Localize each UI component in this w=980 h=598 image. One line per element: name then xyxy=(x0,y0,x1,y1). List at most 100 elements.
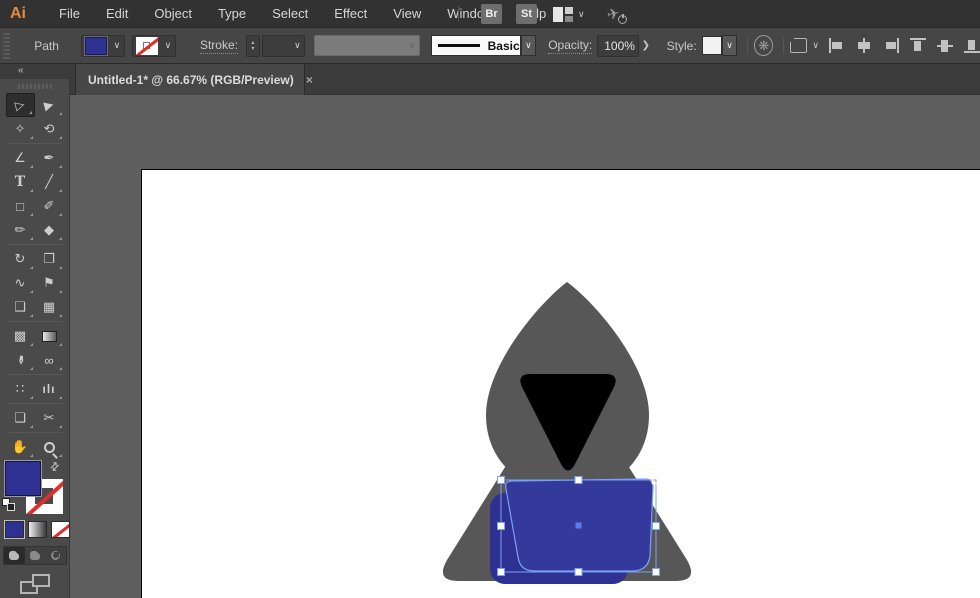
rotate-tool[interactable]: ↻ xyxy=(6,247,35,271)
align-horizontal-center-button[interactable] xyxy=(856,38,872,53)
stock-button[interactable]: St xyxy=(516,4,537,24)
column-graph-tool[interactable]: ılı xyxy=(35,377,64,401)
chevron-down-icon: ∨ xyxy=(525,40,532,50)
draw-behind-button[interactable] xyxy=(25,547,46,564)
step-down-icon[interactable]: ▾ xyxy=(251,46,254,52)
artboard-tool[interactable]: ❏ xyxy=(6,406,35,430)
none-button[interactable] xyxy=(51,521,70,538)
canvas[interactable] xyxy=(70,95,980,598)
document-setup-icon xyxy=(786,34,808,53)
lasso-tool[interactable]: ⟲ xyxy=(35,117,64,141)
align-horizontal-left-button[interactable] xyxy=(828,38,845,53)
pen-tool[interactable]: ✒ xyxy=(35,146,64,170)
chevron-down-icon[interactable]: ∨ xyxy=(290,40,304,51)
opacity-field[interactable]: 100% xyxy=(597,34,640,57)
selection-tool[interactable]: ▷ xyxy=(5,93,35,117)
symbol-sprayer-tool[interactable]: ∷ xyxy=(6,377,35,401)
type-tool[interactable]: T xyxy=(6,170,35,194)
blend-tool[interactable]: ∞ xyxy=(35,348,64,372)
eraser-tool[interactable]: ◆ xyxy=(35,218,64,242)
mesh-tool-icon: ▩ xyxy=(13,328,27,343)
menu-item-effect[interactable]: Effect xyxy=(321,0,380,28)
mesh-tool[interactable]: ▩ xyxy=(6,324,35,348)
hand-tool[interactable]: ✋ xyxy=(6,435,35,459)
stroke-panel-link[interactable]: Stroke: xyxy=(199,38,238,54)
zoom-tool[interactable] xyxy=(35,435,64,459)
handle-bottom-left[interactable] xyxy=(497,568,505,576)
stroke-weight-combo[interactable]: ∨ xyxy=(261,34,306,57)
menu-item-select[interactable]: Select xyxy=(259,0,321,28)
fill-proxy-swatch[interactable] xyxy=(4,460,42,497)
center-point[interactable] xyxy=(575,522,582,529)
rectangle-tool[interactable]: □ xyxy=(6,194,35,218)
align-vertical-center-button[interactable] xyxy=(936,38,953,53)
fill-color-swatch[interactable] xyxy=(83,35,108,56)
graphic-style-swatch[interactable] xyxy=(701,36,722,55)
shaper-tool[interactable]: ✏ xyxy=(6,218,35,242)
handle-middle-right[interactable] xyxy=(652,522,660,530)
swap-fill-stroke-icon[interactable]: ⇄ xyxy=(47,459,62,474)
tools-separator xyxy=(7,432,62,433)
handle-bottom-right[interactable] xyxy=(652,568,660,576)
chevron-down-icon[interactable]: ∨ xyxy=(161,40,175,51)
menu-item-object[interactable]: Object xyxy=(141,0,205,28)
fill-color-dropdown[interactable]: ∨ xyxy=(80,34,125,57)
workspace-switcher[interactable]: ∨ xyxy=(553,6,585,22)
handle-bottom-center[interactable] xyxy=(574,568,583,576)
chevron-down-icon[interactable]: ∨ xyxy=(110,40,124,51)
width-tool[interactable]: ∿ xyxy=(6,271,35,295)
color-button[interactable] xyxy=(4,520,25,539)
tools-panel-grip[interactable] xyxy=(17,84,52,89)
gradient-button[interactable] xyxy=(28,521,47,538)
opacity-dropdown-button[interactable]: ❯ xyxy=(639,35,653,57)
style-dropdown-button[interactable]: ∨ xyxy=(721,35,738,56)
change-screen-mode-button[interactable] xyxy=(20,574,50,594)
work-area: Untitled-1* @ 66.67% (RGB/Preview) × xyxy=(70,64,980,598)
opacity-value[interactable]: 100% xyxy=(598,39,638,53)
stroke-weight-stepper[interactable]: ▴ ▾ xyxy=(245,34,260,57)
menu-item-file[interactable]: File xyxy=(46,0,93,28)
draw-inside-button[interactable] xyxy=(45,547,66,564)
default-fill-stroke-icon[interactable] xyxy=(2,498,16,512)
menu-item-view[interactable]: View xyxy=(380,0,434,28)
document-tab[interactable]: Untitled-1* @ 66.67% (RGB/Preview) × xyxy=(75,64,313,95)
handle-top-center[interactable] xyxy=(574,476,583,484)
direct-selection-tool[interactable]: ▶ xyxy=(35,93,64,117)
paintbrush-tool[interactable]: ✐ xyxy=(35,194,64,218)
menu-item-type[interactable]: Type xyxy=(205,0,259,28)
draw-behind-icon xyxy=(30,550,41,560)
stroke-none-swatch[interactable] xyxy=(135,36,158,55)
handle-middle-left[interactable] xyxy=(497,522,505,530)
artboard[interactable] xyxy=(141,169,980,598)
opacity-panel-link[interactable]: Opacity: xyxy=(548,38,593,54)
menu-item-edit[interactable]: Edit xyxy=(93,0,141,28)
recolor-artwork-button[interactable]: ❋ xyxy=(754,35,774,56)
eyedropper-tool[interactable]: ✒ xyxy=(6,348,35,372)
perspective-grid-tool[interactable]: ▦ xyxy=(35,295,64,319)
bridge-button[interactable]: Br xyxy=(481,4,502,24)
align-vertical-top-button[interactable] xyxy=(909,38,926,53)
curvature-tool[interactable]: ∠ xyxy=(6,146,35,170)
gradient-tool[interactable] xyxy=(35,324,64,348)
handle-top-left[interactable] xyxy=(497,476,505,484)
draw-normal-button[interactable] xyxy=(4,547,25,564)
color-wheel-icon: ❋ xyxy=(758,38,770,53)
magic-wand-tool[interactable]: ✧ xyxy=(6,117,35,141)
shape-builder-tool[interactable]: ❑ xyxy=(6,295,35,319)
line-segment-tool[interactable]: ╱ xyxy=(35,170,64,194)
stroke-color-dropdown[interactable]: ∨ xyxy=(131,34,176,57)
collapse-panel-button[interactable]: « xyxy=(0,64,69,79)
gpu-performance-button[interactable]: ✈ xyxy=(605,4,628,24)
symbol-sprayer-tool-icon: ∷ xyxy=(15,381,25,396)
panel-grip[interactable] xyxy=(3,32,11,59)
lasso-tool-icon: ⟲ xyxy=(43,121,55,136)
brush-definition-field[interactable]: Basic xyxy=(430,35,521,56)
brush-dropdown-button[interactable]: ∨ xyxy=(520,35,537,56)
align-horizontal-right-button[interactable] xyxy=(883,38,899,53)
close-icon[interactable]: × xyxy=(306,73,313,87)
slice-tool[interactable]: ✂ xyxy=(35,406,64,430)
scale-tool[interactable]: ❐ xyxy=(35,247,64,271)
align-vertical-bottom-button[interactable] xyxy=(963,38,980,53)
puppet-warp-tool[interactable]: ⚑ xyxy=(35,271,64,295)
document-setup-button[interactable]: ∨ xyxy=(786,34,819,53)
